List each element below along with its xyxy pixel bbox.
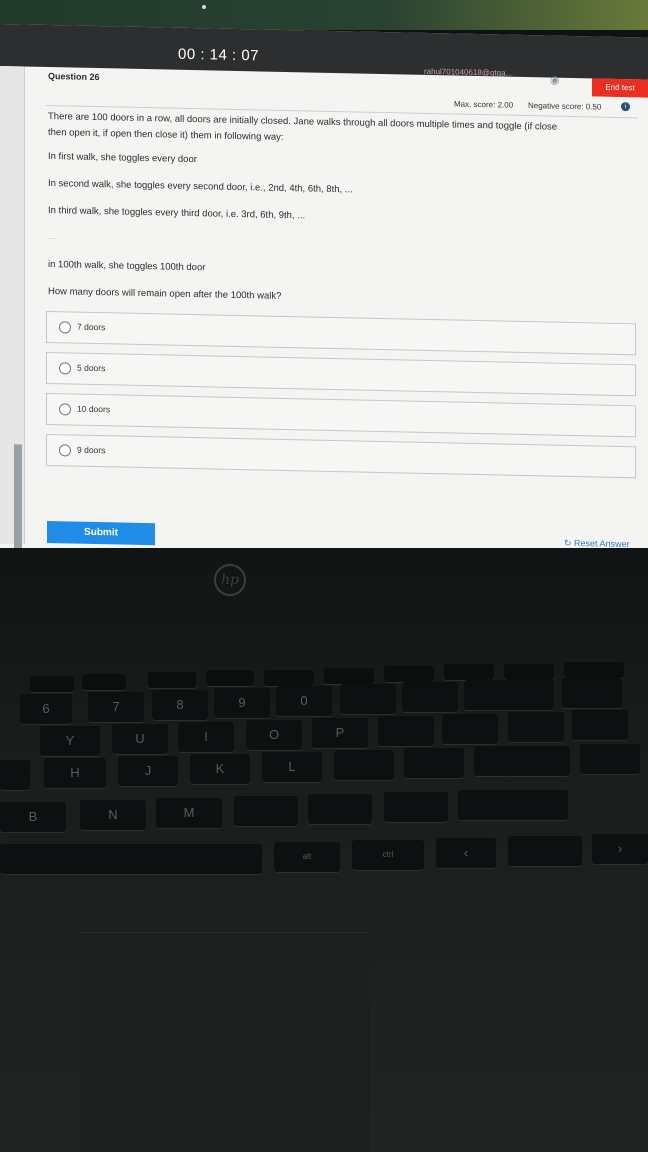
radio-button[interactable] [59, 403, 71, 416]
user-email: rahul701040618@gtga... [424, 66, 513, 78]
radio-button[interactable] [59, 362, 71, 375]
key-backspace[interactable] [464, 680, 554, 710]
hp-logo: hp [214, 564, 246, 596]
walk-2-text: In second walk, she toggles every second… [48, 178, 353, 196]
key-backslash[interactable] [508, 712, 564, 742]
key-i[interactable]: I [178, 722, 234, 752]
webcam-dot [202, 5, 206, 9]
function-key[interactable] [444, 664, 494, 680]
laptop-keyboard-deck: hp 6 7 8 9 0 Y U I O P H J K L B N M alt… [0, 548, 648, 1152]
key-equals[interactable] [402, 682, 458, 712]
function-key[interactable] [30, 676, 74, 692]
key-arrow-left[interactable]: ‹ [436, 838, 496, 868]
function-key[interactable] [504, 664, 554, 680]
countdown-timer: 00 : 14 : 07 [178, 45, 260, 65]
key-o[interactable]: O [246, 720, 302, 750]
negative-score: Negative score: 0.50 [528, 101, 602, 112]
option-label: 9 doors [77, 444, 106, 456]
option-4[interactable]: 9 doors [46, 433, 636, 479]
key-bracket-right[interactable] [442, 714, 498, 744]
key-minus[interactable] [340, 684, 396, 714]
key-u[interactable]: U [112, 724, 168, 754]
key-7[interactable]: 7 [88, 692, 144, 722]
walk-100-text: in 100th walk, she toggles 100th door [48, 259, 206, 274]
function-key[interactable] [384, 666, 434, 682]
option-3[interactable]: 10 doors [46, 392, 636, 438]
option-label: 5 doors [77, 362, 106, 374]
submit-button[interactable]: Submit [47, 520, 155, 546]
user-icon[interactable]: ◉ [550, 74, 560, 87]
key-j[interactable]: J [118, 756, 178, 786]
key-period[interactable] [308, 794, 372, 824]
walk-1-text: In first walk, she toggles every door [48, 151, 197, 166]
left-panel-rail [0, 66, 25, 575]
option-2[interactable]: 5 doors [46, 351, 636, 397]
photo: 00 : 14 : 07 rahul701040618@gtga... ◉ En… [0, 0, 648, 1152]
radio-button[interactable] [59, 444, 71, 457]
key-0[interactable]: 0 [276, 686, 332, 716]
laptop-screen: 00 : 14 : 07 rahul701040618@gtga... ◉ En… [0, 24, 648, 575]
question-number: Question 26 [48, 71, 100, 83]
key-slash[interactable] [384, 792, 448, 822]
function-key[interactable] [206, 670, 254, 686]
key-8[interactable]: 8 [152, 690, 208, 720]
key-g[interactable] [0, 760, 30, 790]
function-key[interactable] [82, 674, 126, 690]
key-comma[interactable] [234, 796, 298, 826]
touchpad[interactable] [80, 932, 370, 1152]
end-test-button[interactable]: End test [592, 78, 648, 98]
key-6[interactable]: 6 [20, 694, 72, 724]
radio-button[interactable] [59, 321, 71, 334]
key-enter[interactable] [474, 746, 570, 776]
key-alt[interactable]: alt [274, 842, 340, 872]
option-label: 7 doors [77, 321, 106, 333]
key-k[interactable]: K [190, 754, 250, 784]
option-1[interactable]: 7 doors [46, 310, 636, 356]
key-space[interactable] [0, 844, 262, 874]
reset-icon: ↻ [564, 537, 575, 549]
key-n[interactable]: N [80, 800, 146, 830]
walk-3-text: In third walk, she toggles every third d… [48, 205, 306, 222]
key-b[interactable]: B [0, 802, 66, 832]
key-y[interactable]: Y [40, 726, 100, 756]
function-key[interactable] [564, 662, 624, 678]
key-ctrl[interactable]: ctrl [352, 840, 424, 870]
key-quote[interactable] [404, 748, 464, 778]
question-text-line2: then open it, if open then close it) the… [48, 127, 284, 143]
info-icon[interactable]: i [621, 102, 630, 112]
key-shift-right[interactable] [458, 790, 568, 820]
function-key[interactable] [324, 668, 374, 684]
key-7-numpad[interactable] [572, 710, 628, 740]
key-h[interactable]: H [44, 758, 106, 788]
key-num-lock[interactable] [562, 678, 622, 708]
question-prompt: How many doors will remain open after th… [48, 286, 282, 302]
key-p[interactable]: P [312, 718, 368, 748]
ellipsis-text: ... [48, 231, 56, 243]
max-score: Max. score: 2.00 [454, 99, 514, 110]
key-9[interactable]: 9 [214, 688, 270, 718]
key-4-numpad[interactable] [580, 744, 640, 774]
key-l[interactable]: L [262, 752, 322, 782]
key-arrow-up-down[interactable] [508, 836, 582, 866]
key-semicolon[interactable] [334, 750, 394, 780]
key-m[interactable]: M [156, 798, 222, 828]
function-key[interactable] [148, 672, 196, 688]
key-bracket-left[interactable] [378, 716, 434, 746]
option-label: 10 doors [77, 403, 111, 415]
function-key[interactable] [264, 670, 314, 686]
key-arrow-right[interactable]: › [592, 834, 648, 864]
